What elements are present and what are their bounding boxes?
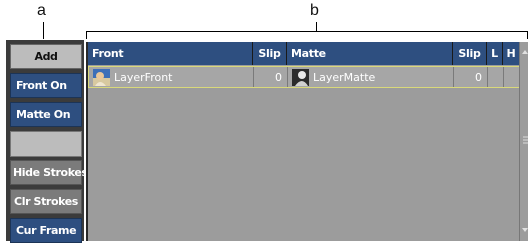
column-header-l[interactable]: L [487,42,503,65]
callout-b-bracket [86,31,528,39]
hide-strokes-button[interactable]: Hide Strokes [10,160,88,185]
layer-front-thumbnail [93,68,110,86]
front-on-button[interactable]: Front On [10,73,82,98]
empty-button-slot [10,131,82,157]
callout-a: a [37,2,46,19]
button-panel: Add Front On Matte On Hide Strokes Clr S… [6,40,88,243]
add-button[interactable]: Add [10,44,82,69]
column-header-front[interactable]: Front [88,42,253,65]
l-cell[interactable] [488,67,504,87]
layer-matte-thumbnail [292,68,309,86]
column-header-slip[interactable]: Slip [253,42,287,65]
slip-cell[interactable]: 0 [254,67,288,87]
matte-layer-name: LayerMatte [313,70,376,84]
callout-b-line [316,22,317,31]
table-row[interactable]: LayerFront 0 LayerMatte 0 [88,66,521,88]
matte-on-button[interactable]: Matte On [10,102,82,127]
vertical-scrollbar[interactable] [519,42,528,241]
front-layer-name: LayerFront [114,70,173,84]
scrollbar-graphic [522,50,528,232]
callout-a-line [43,22,44,39]
column-header-h[interactable]: H [503,42,520,65]
clr-strokes-button[interactable]: Clr Strokes [10,189,82,214]
matte-cell[interactable]: LayerMatte [288,67,454,87]
front-cell[interactable]: LayerFront [89,67,254,87]
callout-b: b [310,2,319,19]
slip-matte-cell[interactable]: 0 [454,67,488,87]
column-header-matte[interactable]: Matte [287,42,453,65]
cur-frame-button[interactable]: Cur Frame [10,218,82,243]
layer-table: Front Slip Matte Slip L H LayerFront 0 L… [86,42,528,241]
column-header-slip-matte[interactable]: Slip [453,42,487,65]
